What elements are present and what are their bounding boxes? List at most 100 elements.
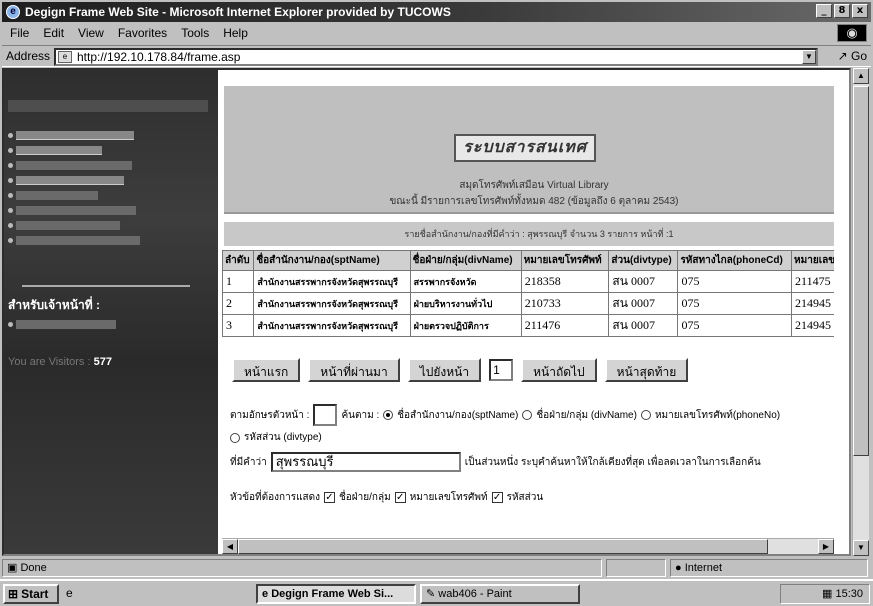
first-page-button[interactable]: หน้าแรก (232, 358, 301, 382)
keyword-row: ที่มีคำว่า สุพรรณบุรี เป็นส่วนหนึ่ง ระบุ… (230, 452, 761, 472)
taskbar-item-browser[interactable]: e Degign Frame Web Si... (256, 584, 416, 604)
goto-page-button[interactable]: ไปยังหน้า (407, 358, 482, 382)
bullet-icon (8, 133, 13, 138)
go-button[interactable]: ↗ Go (838, 49, 867, 63)
keyword-input[interactable]: สุพรรณบุรี (270, 452, 461, 472)
nav-link[interactable] (8, 158, 140, 173)
start-button[interactable]: ⊞ Start (3, 584, 59, 604)
title-bar[interactable]: e Degign Frame Web Site - Microsoft Inte… (2, 2, 871, 22)
table-row: 3 สำนักงานสรรพากรจังหวัดสุพรรณบุรี ฝ่ายต… (222, 314, 834, 337)
col-header-phone: หมายเลขโทรศัพท์ (520, 250, 610, 271)
taskbar: ⊞ Start e e Degign Frame Web Si... ✎ wab… (0, 579, 873, 606)
taskbar-item-paint[interactable]: ✎ wab406 - Paint (420, 584, 580, 604)
checkbox-division-label: ชื่อฝ่าย/กลุ่ม (339, 492, 391, 503)
horizontal-scroll-thumb[interactable] (238, 539, 768, 554)
prev-page-button[interactable]: หน้าที่ผ่านมา (308, 358, 400, 382)
radio-division[interactable] (522, 410, 533, 420)
banner-subtitle: สมุดโทรศัพท์เสมือน Virtual Library (459, 180, 609, 191)
keyword-label: ที่มีคำว่า (230, 456, 267, 468)
cell-phone: 218358 (520, 270, 610, 293)
col-header-no: ลำดับ (222, 250, 255, 271)
vertical-scroll-thumb[interactable] (853, 86, 869, 456)
menu-edit[interactable]: Edit (43, 26, 64, 40)
nav-link-text (16, 236, 140, 245)
last-page-button[interactable]: หน้าสุดท้าย (604, 358, 689, 382)
cell-division: ฝ่ายบริหารงานทั่วไป (409, 292, 522, 315)
scroll-right-icon[interactable]: ▶ (818, 539, 834, 554)
page-status-icon: ▣ (7, 562, 21, 574)
status-zone: ● Internet (670, 559, 868, 577)
radio-office-label: ชื่อสำนักงาน/กอง(sptName) (397, 409, 519, 421)
quicklaunch-ie-icon[interactable]: e (66, 586, 84, 602)
address-url: http://192.10.178.84/frame.asp (77, 50, 241, 64)
cell-area-code: 075 (677, 314, 793, 337)
menu-favorites[interactable]: Favorites (118, 26, 167, 40)
bullet-icon (8, 238, 13, 243)
nav-link[interactable] (8, 143, 140, 158)
status-text: ▣ Done (2, 559, 602, 577)
pager: หน้าแรก หน้าที่ผ่านมา ไปยังหน้า 1 หน้าถั… (232, 358, 689, 382)
page-icon: e (58, 51, 72, 63)
left-frame-heading (8, 100, 208, 112)
bullet-icon (8, 223, 13, 228)
radio-division-label: ชื่อฝ่าย/กลุ่ม (divName) (536, 409, 637, 421)
main-frame: ระบบสารสนเทศ สมุดโทรศัพท์เสมือน Virtual … (222, 70, 834, 554)
cell-divtype: สน 0007 (608, 292, 679, 315)
minimize-button[interactable]: _ (816, 4, 832, 18)
menu-file[interactable]: File (10, 26, 29, 40)
radio-divtype[interactable] (230, 432, 240, 443)
cell-divtype: สน 0007 (608, 270, 679, 293)
cell-no: 3 (222, 314, 255, 337)
col-header-fax: หมายเลข Fax (791, 250, 834, 271)
cell-division: สรรพากรจังหวัด (409, 270, 522, 293)
horizontal-scrollbar[interactable]: ◀ ▶ (222, 538, 834, 554)
first-char-input[interactable] (313, 404, 338, 426)
divider (22, 285, 190, 287)
next-page-button[interactable]: หน้าถัดไป (521, 358, 597, 382)
menu-bar: File Edit View Favorites Tools Help ◉ (2, 23, 871, 43)
cell-division: ฝ่ายตรวจปฏิบัติการ (409, 314, 522, 337)
page-number-input[interactable]: 1 (489, 359, 514, 381)
nav-link[interactable] (8, 188, 140, 203)
address-dropdown-icon[interactable]: ▼ (802, 50, 816, 64)
tray-icon[interactable]: ▦ (822, 588, 835, 600)
checkbox-divtype[interactable]: ✓ (491, 492, 503, 503)
globe-icon: ● (675, 562, 685, 574)
close-button[interactable]: x (852, 4, 868, 18)
radio-phone[interactable] (640, 410, 651, 420)
vertical-scrollbar[interactable]: ▲ ▼ (852, 68, 869, 556)
nav-link[interactable] (8, 128, 140, 143)
radio-office[interactable] (383, 410, 394, 420)
staff-login-link[interactable] (8, 317, 116, 332)
nav-link[interactable] (8, 203, 140, 218)
menu-tools[interactable]: Tools (181, 26, 209, 40)
go-label: Go (850, 49, 867, 63)
nav-link-text (16, 146, 102, 155)
search-criteria-row-2: รหัสส่วน (divtype) (230, 430, 322, 445)
cell-office: สำนักงานสรรพากรจังหวัดสุพรรณบุรี (253, 314, 411, 337)
nav-link-text (16, 131, 134, 140)
checkbox-division[interactable]: ✓ (324, 492, 335, 503)
nav-link-text (16, 221, 120, 230)
scroll-down-icon[interactable]: ▼ (853, 540, 869, 556)
address-bar: Address e http://192.10.178.84/frame.asp… (2, 45, 871, 67)
visitors-label: You are Visitors : (8, 356, 91, 368)
staff-link-text (16, 320, 116, 329)
checkbox-phone[interactable]: ✓ (394, 492, 406, 503)
col-header-division: ชื่อฝ่าย/กลุ่ม(divName) (409, 250, 522, 271)
scroll-up-icon[interactable]: ▲ (853, 68, 869, 84)
banner: ระบบสารสนเทศ สมุดโทรศัพท์เสมือน Virtual … (224, 86, 834, 214)
scroll-left-icon[interactable]: ◀ (222, 539, 238, 554)
staff-heading: สำหรับเจ้าหน้าที่ : (8, 298, 100, 312)
maximize-button[interactable]: 8 (834, 4, 850, 18)
search-by-label: ค้นตาม : (341, 409, 380, 421)
nav-link[interactable] (8, 173, 140, 188)
nav-link[interactable] (8, 233, 140, 248)
nav-link-text (16, 161, 132, 170)
nav-link[interactable] (8, 218, 140, 233)
menu-view[interactable]: View (78, 26, 104, 40)
radio-divtype-label: รหัสส่วน (divtype) (244, 432, 322, 443)
menu-help[interactable]: Help (223, 26, 248, 40)
address-input[interactable]: e http://192.10.178.84/frame.asp ▼ (54, 48, 818, 66)
table-header-row: ลำดับ ชื่อสำนักงาน/กอง(sptName) ชื่อฝ่าย… (222, 250, 834, 271)
